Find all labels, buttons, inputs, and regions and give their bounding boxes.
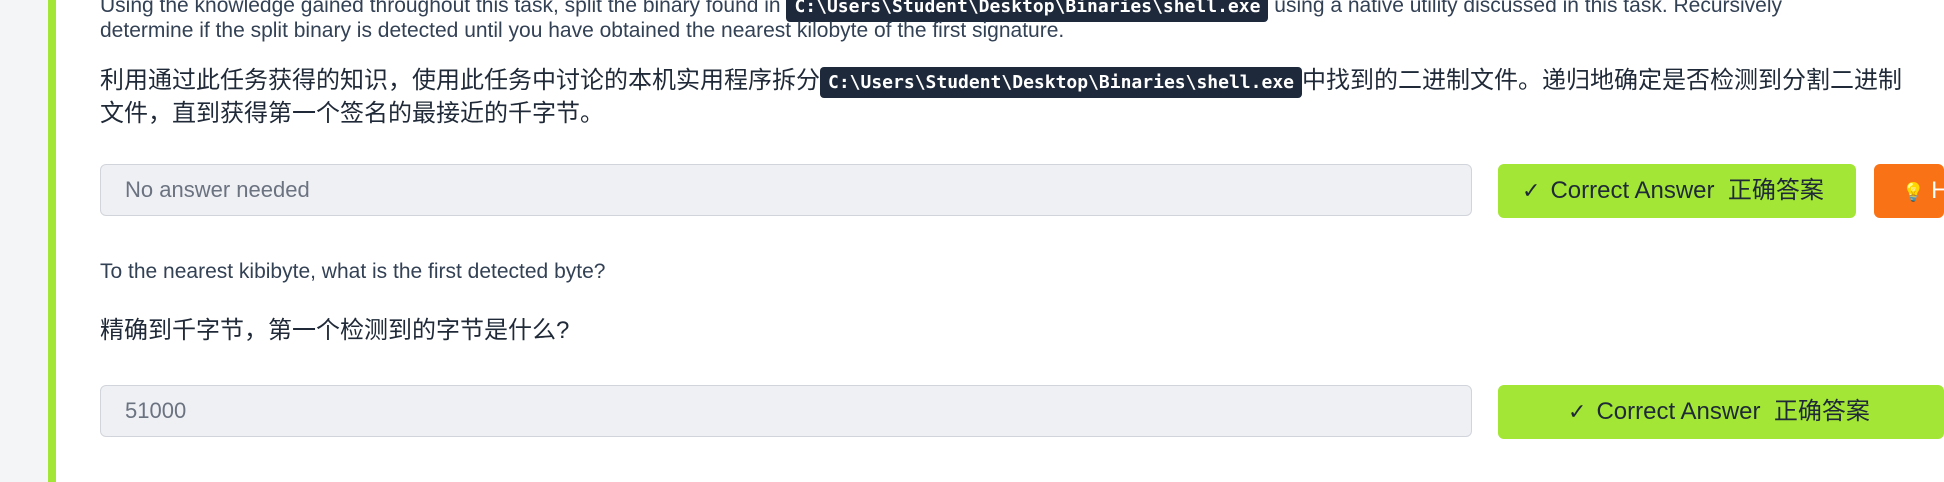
task-accent-bar — [48, 0, 56, 482]
question1-text-cn-after: 中找到的二进制文件。递归地确定是否检测到分割二进制 — [1302, 67, 1902, 94]
question2-answer-input[interactable]: 51000 — [100, 385, 1472, 437]
question2-correct-answer-button[interactable]: ✓ Correct Answer 正确答案 — [1498, 385, 1944, 439]
question1-text-en-after: using a native utility discussed in this… — [1274, 0, 1783, 17]
question2-text-en: To the nearest kibibyte, what is the fir… — [100, 260, 606, 283]
question1-text-cn-line2: 文件，直到获得第一个签名的最接近的千字节。 — [100, 100, 604, 127]
check-icon: ✓ — [1522, 178, 1541, 203]
lightbulb-icon: 💡 — [1902, 182, 1925, 202]
correct-answer-label-cn: 正确答案 — [1727, 177, 1824, 204]
question1-answer-input[interactable]: No answer needed — [100, 164, 1472, 216]
question1-text-cn-before: 利用通过此任务获得的知识，使用此任务中讨论的本机实用程序拆分 — [100, 67, 820, 94]
binary-path-code-cn: C:\Users\Student\Desktop\Binaries\shell.… — [820, 67, 1302, 98]
correct-answer-label-en: Correct Answer — [1596, 398, 1761, 425]
question1-correct-answer-button[interactable]: ✓ Correct Answer 正确答案 — [1498, 164, 1856, 218]
question2-text-cn: 精确到千字节，第一个检测到的字节是什么? — [100, 317, 570, 344]
question1-text-en-line2: determine if the split binary is detecte… — [100, 19, 1065, 42]
check-icon: ✓ — [1568, 399, 1587, 424]
question1-hint-button[interactable]: 💡 H — [1874, 164, 1944, 218]
question1-text-cn-line1: 利用通过此任务获得的知识，使用此任务中讨论的本机实用程序拆分 C:\Users\S… — [100, 60, 1902, 98]
question1-text-en-before: Using the knowledge gained throughout th… — [100, 0, 781, 17]
correct-answer-label-cn: 正确答案 — [1773, 398, 1870, 425]
correct-answer-label-en: Correct Answer — [1550, 177, 1715, 204]
question1-text-en-line1: Using the knowledge gained throughout th… — [100, 0, 1783, 22]
hint-label: H — [1931, 177, 1944, 204]
